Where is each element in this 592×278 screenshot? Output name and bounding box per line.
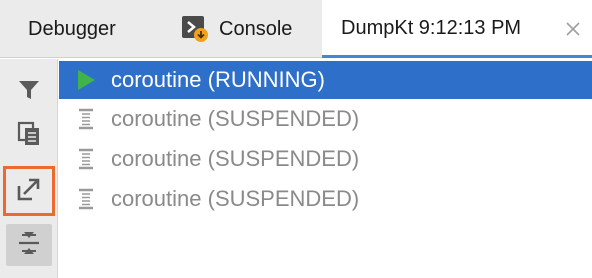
tab-debugger-label: Debugger bbox=[28, 17, 116, 40]
filter-button[interactable] bbox=[6, 71, 52, 113]
coroutine-row[interactable]: coroutine (SUSPENDED) bbox=[59, 139, 592, 179]
coroutine-list: coroutine (RUNNING) coroutine (SUSPENDED… bbox=[59, 59, 592, 219]
coroutine-row[interactable]: coroutine (SUSPENDED) bbox=[59, 179, 592, 219]
suspended-icon bbox=[75, 148, 97, 170]
tab-console[interactable]: Console bbox=[180, 0, 292, 58]
sidebar-toolbar bbox=[0, 59, 58, 278]
coroutine-label: coroutine (SUSPENDED) bbox=[111, 146, 360, 171]
tab-console-label: Console bbox=[219, 17, 293, 40]
copy-icon bbox=[17, 121, 41, 152]
suspended-icon bbox=[75, 188, 97, 210]
running-icon bbox=[75, 69, 97, 91]
tab-debugger[interactable]: Debugger bbox=[28, 0, 116, 58]
coroutine-label: coroutine (RUNNING) bbox=[111, 67, 325, 92]
export-button[interactable] bbox=[3, 166, 55, 216]
collapse-icon bbox=[16, 229, 42, 262]
close-tab-icon[interactable] bbox=[564, 20, 582, 38]
coroutine-label: coroutine (SUSPENDED) bbox=[111, 186, 360, 211]
collapse-button[interactable] bbox=[6, 224, 52, 266]
coroutine-label: coroutine (SUSPENDED) bbox=[111, 106, 360, 131]
coroutine-row[interactable]: coroutine (RUNNING) bbox=[59, 61, 592, 99]
export-icon bbox=[16, 176, 42, 207]
tab-dump[interactable]: DumpKt 9:12:13 PM bbox=[322, 0, 592, 58]
copy-button[interactable] bbox=[6, 115, 52, 157]
active-tab-underline bbox=[322, 55, 592, 58]
console-icon bbox=[180, 14, 210, 44]
tool-window-tab-bar: Debugger Console DumpKt 9:12:13 PM bbox=[0, 0, 592, 58]
filter-icon bbox=[17, 78, 41, 107]
tab-dump-label: DumpKt 9:12:13 PM bbox=[341, 17, 522, 39]
suspended-icon bbox=[75, 108, 97, 130]
coroutine-row[interactable]: coroutine (SUSPENDED) bbox=[59, 99, 592, 139]
